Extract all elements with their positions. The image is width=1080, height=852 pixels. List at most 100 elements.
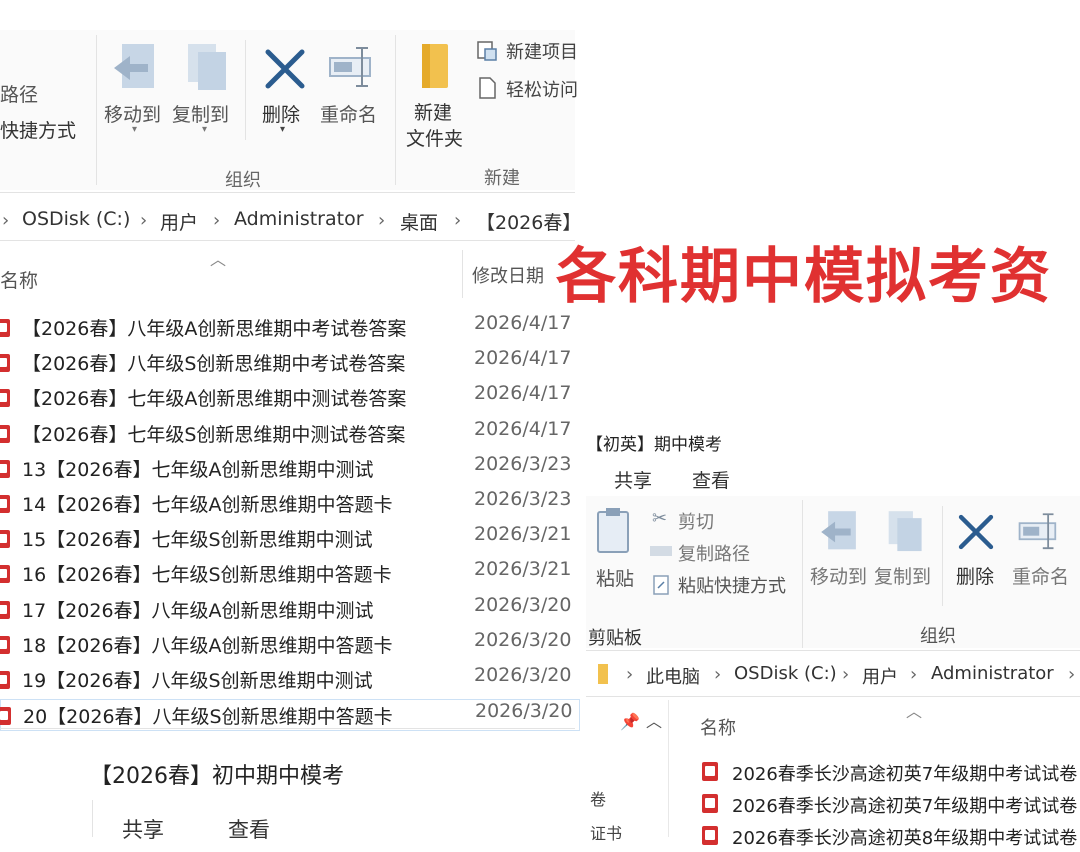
new-item-button[interactable]: 新建项目	[476, 38, 578, 66]
file-name: 【2026春】八年级A创新思维期中考试卷答案	[22, 318, 407, 340]
new-group-label: 新建	[484, 168, 520, 189]
rename-label: 重命名	[320, 104, 378, 126]
breadcrumb-item-administrator[interactable]: Administrator	[234, 208, 364, 230]
right-copy-to-label: 复制到	[874, 566, 932, 588]
file-date: 2026/3/20	[475, 700, 573, 723]
file-row[interactable]: 20【2026春】八年级S创新思维期中答题卡 2026/3/20	[0, 699, 580, 732]
file-row[interactable]: 【2026春】七年级A创新思维期中测试卷答案 2026/4/17	[0, 382, 580, 414]
breadcrumb-chevron-icon: ›	[213, 210, 221, 231]
copy-to-icon	[888, 511, 922, 552]
file-date: 2026/3/21	[474, 523, 572, 546]
pdf-file-icon	[0, 600, 10, 619]
file-row[interactable]: 17【2026春】八年级A创新思维期中测试 2026/3/20	[0, 594, 580, 626]
delete-dropdown-icon: ▾	[280, 124, 286, 135]
nav-item-partial-3[interactable]: 证书	[590, 820, 622, 844]
file-name: 17【2026春】八年级A创新思维期中测试	[22, 599, 374, 622]
column-header-modified[interactable]: 修改日期	[472, 262, 544, 288]
right-copy-to-button[interactable]: 复制到	[874, 506, 938, 598]
breadcrumb-chevron-icon: ›	[1068, 664, 1076, 685]
copy-path-label: 复制路径	[678, 544, 750, 565]
right-tab-share[interactable]: 共享	[614, 466, 652, 493]
breadcrumb-chevron-icon: ›	[454, 210, 462, 231]
pin-icon[interactable]: 📌	[620, 712, 640, 731]
cut-button[interactable]: ✂ 剪切	[650, 508, 780, 534]
delete-button[interactable]: 删除 ▾	[258, 40, 314, 140]
new-item-icon	[477, 41, 497, 61]
file-row[interactable]: 16【2026春】七年级S创新思维期中答题卡 2026/3/21	[0, 558, 580, 590]
file-date: 2026/3/20	[474, 628, 572, 651]
easy-access-label: 轻松访问	[506, 80, 578, 101]
move-to-icon	[114, 44, 154, 88]
file-row[interactable]: 13【2026春】七年级A创新思维期中测试 2026/3/23	[0, 453, 580, 485]
file-row[interactable]: 2026春季长沙高途初英7年级期中考试试卷	[700, 758, 1080, 788]
breadcrumb-item-administrator[interactable]: Administrator	[931, 663, 1054, 684]
column-header-name[interactable]: 名称	[0, 266, 38, 293]
rename-button[interactable]: 重命名	[320, 40, 384, 140]
move-to-label: 移动到	[104, 104, 162, 126]
breadcrumb-item-osdisk[interactable]: OSDisk (C:)	[22, 208, 130, 230]
file-date: 2026/3/23	[474, 488, 572, 510]
clipboard-icon	[597, 508, 629, 553]
file-name: 18【2026春】八年级A创新思维期中答题卡	[22, 634, 393, 657]
sort-up-chevron-icon: ︿	[906, 702, 923, 721]
right-move-to-label: 移动到	[810, 566, 868, 588]
delete-x-icon	[958, 514, 994, 550]
tab-share[interactable]: 共享	[122, 814, 164, 844]
pdf-file-icon	[0, 565, 10, 584]
copy-to-button[interactable]: 复制到 ▾	[172, 40, 236, 140]
right-delete-label: 删除	[956, 566, 995, 588]
left-breadcrumb[interactable]: › OSDisk (C:) › 用户 › Administrator › 桌面 …	[0, 200, 581, 240]
breadcrumb-item-users[interactable]: 用户	[862, 663, 898, 689]
right-rename-button[interactable]: 重命名	[1012, 506, 1080, 598]
tab-view[interactable]: 查看	[228, 814, 270, 844]
copy-to-icon	[188, 44, 226, 90]
right-column-header-name[interactable]: 名称	[700, 714, 736, 740]
file-date: 2026/3/21	[474, 558, 572, 581]
paste-shortcut-button[interactable]: 粘贴快捷方式	[650, 572, 800, 598]
right-delete-button[interactable]: 删除	[954, 506, 1004, 598]
copy-to-label: 复制到	[172, 104, 230, 126]
file-row[interactable]: 【2026春】八年级S创新思维期中考试卷答案 2026/4/17	[0, 347, 580, 379]
breadcrumb-item-users[interactable]: 用户	[160, 208, 198, 235]
file-name: 【2026春】八年级S创新思维期中考试卷答案	[22, 353, 406, 376]
right-breadcrumb[interactable]: › 此电脑 › OSDisk (C:) › 用户 › Administrator…	[586, 656, 1080, 694]
copy-path-button[interactable]: 复制路径	[650, 540, 780, 566]
easy-access-button[interactable]: 轻松访问	[476, 74, 578, 102]
file-row[interactable]: 【2026春】八年级A创新思维期中考试卷答案 2026/4/17	[0, 312, 580, 344]
file-row[interactable]: 【2026春】七年级S创新思维期中测试卷答案 2026/4/17	[0, 418, 580, 450]
file-row[interactable]: 18【2026春】八年级A创新思维期中答题卡 2026/3/20	[0, 629, 580, 661]
organize-group-label: 组织	[225, 170, 261, 191]
breadcrumb-chevron-icon: ›	[140, 210, 148, 231]
right-tab-view[interactable]: 查看	[692, 466, 730, 493]
nav-item-partial-2[interactable]: 卷	[590, 786, 606, 810]
move-to-button[interactable]: 移动到 ▾	[104, 40, 168, 140]
breadcrumb-item-desktop[interactable]: 桌面	[400, 208, 438, 235]
pdf-file-icon	[0, 354, 10, 373]
right-move-to-button[interactable]: 移动到	[810, 506, 874, 598]
rename-icon	[329, 47, 371, 87]
breadcrumb-item-this-pc[interactable]: 此电脑	[646, 663, 700, 689]
file-name: 15【2026春】七年级S创新思维期中测试	[22, 529, 373, 552]
file-row[interactable]: 2026春季长沙高途初英8年级期中考试试卷	[700, 822, 1080, 852]
pdf-file-icon	[0, 495, 10, 513]
file-row[interactable]: 15【2026春】七年级S创新思维期中测试 2026/3/21	[0, 523, 580, 555]
clipboard-group-label: 剪贴板	[588, 628, 642, 649]
file-name: 20【2026春】八年级S创新思维期中答题卡	[23, 706, 393, 729]
breadcrumb-item-osdisk[interactable]: OSDisk (C:)	[734, 663, 837, 684]
file-row[interactable]: 2026春季长沙高途初英7年级期中考试试卷	[700, 790, 1080, 820]
sort-up-chevron-icon: ︿	[210, 250, 227, 269]
file-row[interactable]: 14【2026春】七年级A创新思维期中答题卡 2026/3/23	[0, 488, 580, 520]
file-date: 2026/4/17	[474, 347, 572, 370]
delete-x-icon	[265, 49, 305, 89]
copy-path-partial[interactable]: 路径	[0, 80, 38, 107]
paste-button[interactable]: 粘贴	[592, 506, 640, 596]
breadcrumb-chevron-icon: ›	[714, 664, 722, 685]
new-folder-button[interactable]: 新建 文件夹	[404, 40, 470, 150]
breadcrumb-chevron-icon: ›	[626, 664, 634, 685]
new-folder-label-line1: 新建	[414, 102, 453, 124]
file-row[interactable]: 19【2026春】八年级S创新思维期中测试 2026/3/20	[0, 664, 580, 696]
paste-shortcut-label: 粘贴快捷方式	[678, 576, 786, 597]
collapse-chevron-icon[interactable]: ︿	[646, 708, 662, 732]
paste-shortcut-partial[interactable]: 快捷方式	[0, 116, 76, 143]
file-date: 2026/3/20	[474, 664, 572, 686]
